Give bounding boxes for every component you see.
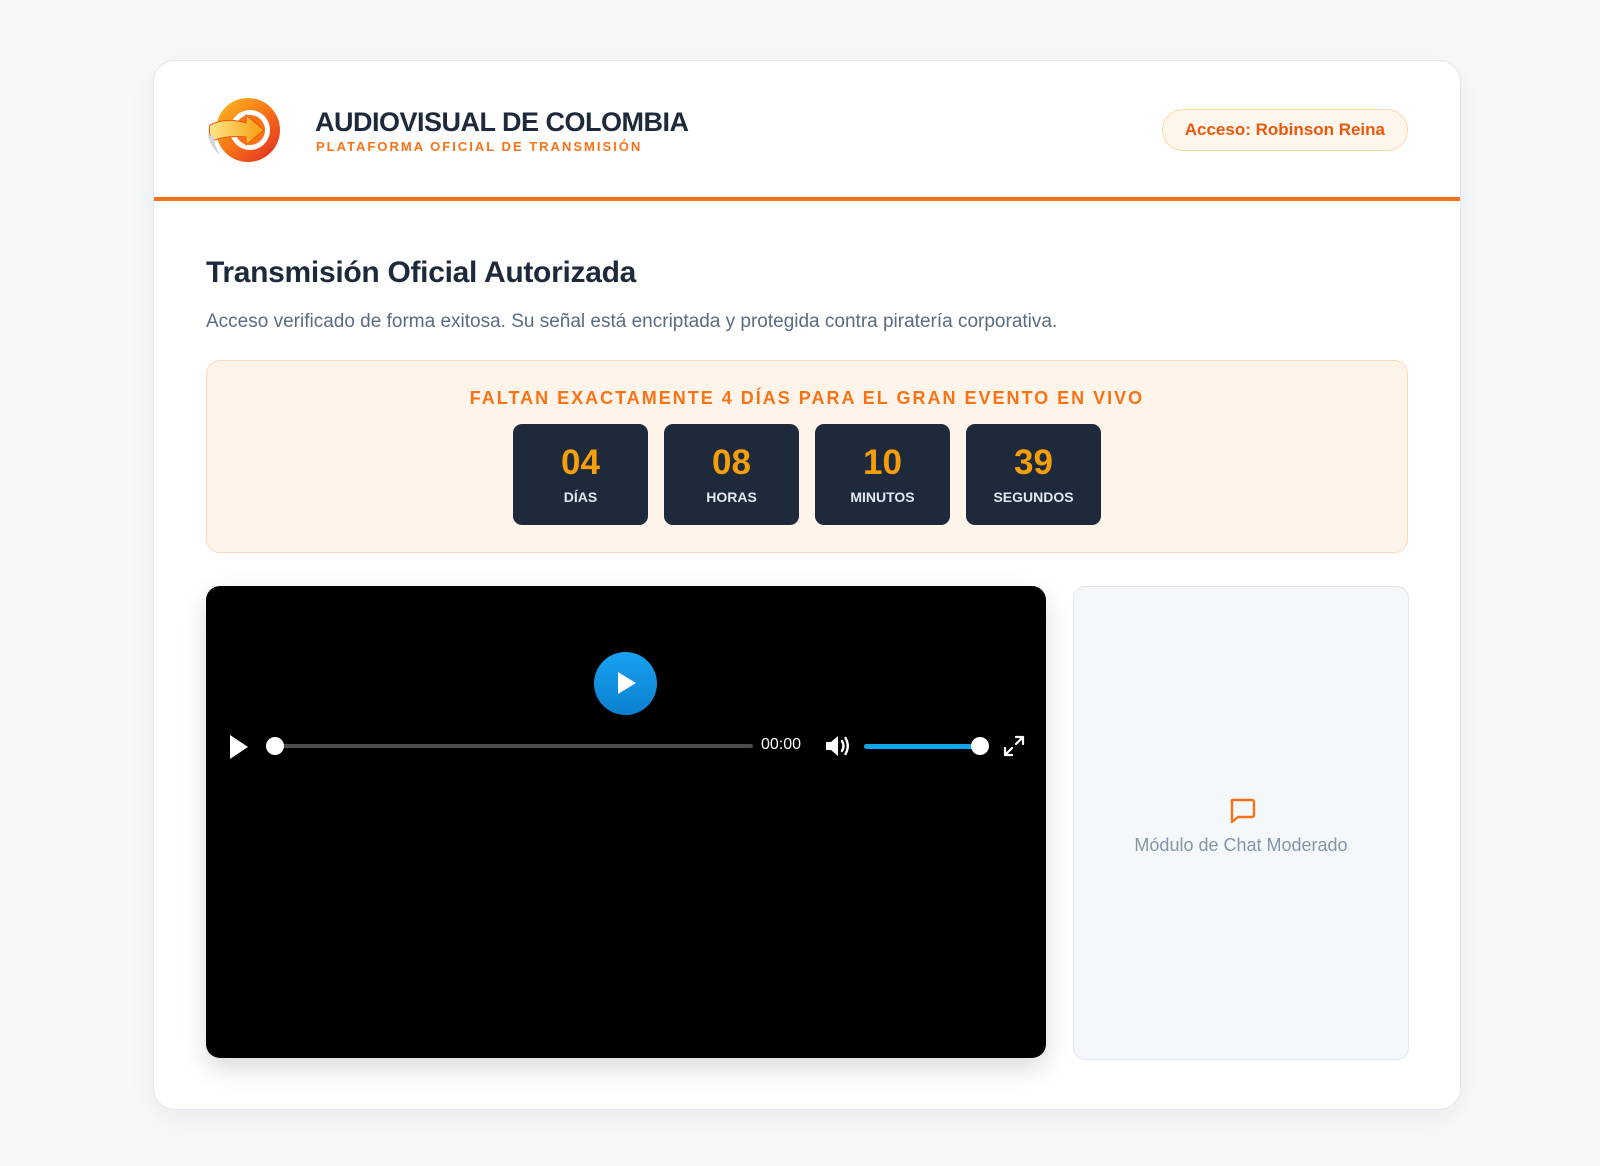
- countdown-seconds-value: 39: [1014, 443, 1053, 482]
- big-play-button[interactable]: [594, 652, 657, 715]
- main-card: AUDIOVISUAL DE COLOMBIA PLATAFORMA OFICI…: [153, 60, 1461, 1110]
- volume-button[interactable]: [824, 733, 852, 764]
- countdown-minutes-value: 10: [863, 443, 902, 482]
- chat-module: Módulo de Chat Moderado: [1073, 586, 1409, 1060]
- countdown-hours-label: HORAS: [706, 489, 757, 505]
- access-badge[interactable]: Acceso: Robinson Reina: [1161, 109, 1408, 151]
- fullscreen-button[interactable]: [1002, 734, 1026, 763]
- brand-subtitle: PLATAFORMA OFICIAL DE TRANSMISIÓN: [316, 139, 643, 154]
- chat-module-label: Módulo de Chat Moderado: [1134, 835, 1348, 855]
- countdown-hours-value: 08: [712, 443, 751, 482]
- countdown-seconds: 39 SEGUNDOS: [966, 424, 1101, 525]
- progress-handle[interactable]: [266, 737, 284, 755]
- expand-icon: [1003, 735, 1025, 757]
- countdown-days: 04 DÍAS: [513, 424, 648, 525]
- chat-bubble-icon: [1226, 794, 1258, 831]
- countdown-title: FALTAN EXACTAMENTE 4 DÍAS PARA EL GRAN E…: [469, 388, 1145, 408]
- brand-title: AUDIOVISUAL DE COLOMBIA: [315, 107, 689, 137]
- volume-handle[interactable]: [971, 737, 989, 755]
- volume-fill: [864, 744, 980, 749]
- time-display: 00:00: [761, 736, 802, 753]
- header: AUDIOVISUAL DE COLOMBIA PLATAFORMA OFICI…: [154, 61, 1460, 201]
- countdown-panel: FALTAN EXACTAMENTE 4 DÍAS PARA EL GRAN E…: [206, 360, 1408, 553]
- countdown-minutes-label: MINUTOS: [850, 489, 915, 505]
- progress-bar[interactable]: [266, 737, 753, 755]
- volume-slider[interactable]: [864, 737, 989, 755]
- page-description: Acceso verificado de forma exitosa. Su s…: [206, 311, 1058, 332]
- countdown-days-label: DÍAS: [563, 489, 598, 505]
- countdown-days-value: 04: [561, 443, 600, 482]
- brand-logo: [206, 95, 286, 165]
- volume-icon: [826, 736, 849, 756]
- page-title: Transmisión Oficial Autorizada: [206, 256, 636, 289]
- play-button[interactable]: [228, 734, 250, 765]
- countdown-hours: 08 HORAS: [664, 424, 799, 525]
- player-controls: 00:00: [206, 726, 1046, 766]
- countdown-minutes: 10 MINUTOS: [815, 424, 950, 525]
- play-icon: [618, 672, 636, 694]
- video-player[interactable]: 00:00: [206, 586, 1046, 1058]
- play-icon: [230, 735, 248, 759]
- countdown-seconds-label: SEGUNDOS: [993, 489, 1074, 505]
- countdown-boxes: 04 DÍAS 08 HORAS 10 MINUTOS 39 SEGUNDOS: [513, 424, 1101, 525]
